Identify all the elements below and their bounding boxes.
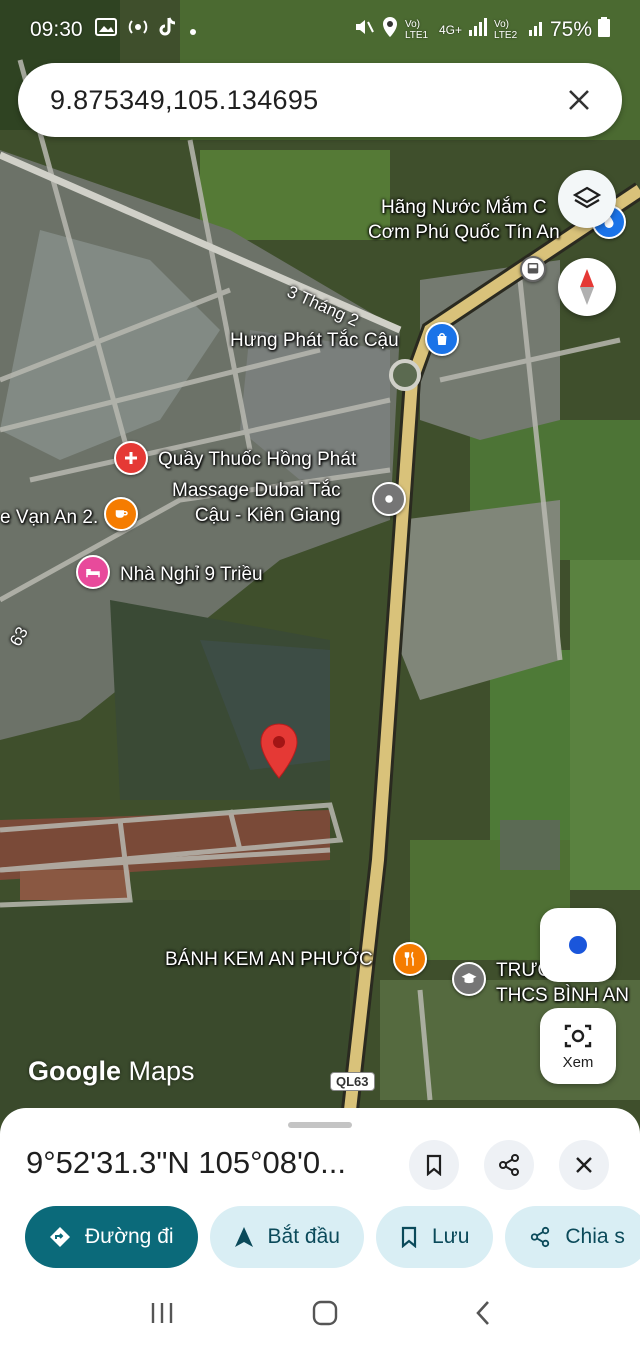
poi-label-massage[interactable]: Massage Dubai Tắc Cậu - Kiên Giang (172, 478, 341, 528)
tiktok-icon (159, 17, 177, 43)
close-icon (576, 1157, 592, 1173)
share-label: Chia s (565, 1225, 625, 1248)
place-icon[interactable] (372, 482, 406, 516)
pharmacy-icon[interactable] (114, 441, 148, 475)
signal-icon (468, 18, 488, 42)
cafe-icon[interactable] (104, 497, 138, 531)
poi-label-nha-nghi[interactable]: Nhà Nghỉ 9 Triều (120, 563, 263, 587)
poi-label-nuoc-mam[interactable]: Hãng Nước Mắm C Cơm Phú Quốc Tín An (368, 195, 560, 245)
bookmark-icon (401, 1226, 417, 1248)
layers-icon (572, 186, 602, 209)
gallery-icon (94, 17, 117, 43)
lens-icon (564, 1024, 592, 1047)
share-chip[interactable]: Chia s (505, 1206, 640, 1268)
battery-percent: 75% (549, 18, 592, 41)
save-label: Lưu (431, 1225, 470, 1248)
poi-label-hung-phat[interactable]: Hưng Phát Tắc Cậu (230, 329, 399, 353)
poi-label-van-an[interactable]: e Vạn An 2. (0, 506, 98, 530)
route-shield: QL63 (330, 1072, 375, 1091)
poi-label-banh-kem[interactable]: BÁNH KEM AN PHƯỚC (165, 948, 373, 972)
lens-button[interactable]: Xem (540, 1008, 616, 1084)
back-icon[interactable] (475, 1300, 491, 1331)
directions-chip[interactable]: Đường đi (25, 1206, 198, 1268)
close-sheet-button[interactable] (559, 1140, 609, 1190)
dot-icon (189, 18, 197, 42)
mute-icon (353, 16, 375, 44)
lens-label: Xem (562, 1053, 594, 1071)
layers-button[interactable] (558, 170, 616, 228)
home-icon[interactable] (312, 1300, 338, 1331)
sim1-label: Vo) LTE1 (404, 19, 429, 41)
poi-label-quay-thuoc[interactable]: Quầy Thuốc Hồng Phát (158, 448, 356, 472)
bed-icon[interactable] (76, 555, 110, 589)
restaurant-icon[interactable] (393, 942, 427, 976)
signal2-icon (528, 18, 544, 42)
start-label: Bắt đầu (267, 1225, 340, 1248)
save-chip[interactable]: Lưu (375, 1206, 494, 1268)
cast-icon (127, 17, 149, 43)
google-maps-logo: Google Maps (28, 1056, 195, 1087)
share-icon-button[interactable] (484, 1140, 534, 1190)
shopping-bag-icon[interactable] (425, 322, 459, 356)
system-nav-bar (0, 1280, 640, 1351)
recents-icon[interactable] (149, 1301, 175, 1330)
location-icon (381, 16, 399, 44)
coordinates-title: 9°52'31.3"N 105°08'0... (26, 1145, 346, 1180)
google-logo-text: Google (28, 1056, 121, 1086)
compass-button[interactable] (558, 258, 616, 316)
network-type: 4G+ (438, 23, 462, 37)
start-chip[interactable]: Bắt đầu (209, 1206, 364, 1268)
navigation-icon (234, 1227, 253, 1247)
school-icon[interactable] (452, 962, 486, 996)
bus-stop-icon[interactable] (520, 256, 546, 282)
share-icon (499, 1154, 519, 1176)
map-view[interactable]: 3 Tháng 2 63 QL63 Hãng Nước Mắm C Cơm Ph… (0, 0, 640, 1160)
sim2-label: Vo) LTE2 (493, 19, 518, 41)
save-icon-button[interactable] (409, 1140, 459, 1190)
my-location-button[interactable] (540, 908, 616, 982)
action-chips: Đường đi Bắt đầu Lưu Chia s (25, 1206, 640, 1268)
maps-logo-text: Maps (128, 1056, 195, 1086)
dropped-pin-icon[interactable] (258, 722, 300, 780)
bookmark-icon (426, 1154, 442, 1176)
compass-icon (580, 269, 594, 305)
share-icon (531, 1226, 550, 1248)
directions-icon (50, 1227, 70, 1247)
search-bar[interactable]: 9.875349,105.134695 (18, 63, 622, 137)
status-time: 09:30 (30, 18, 83, 41)
sheet-drag-handle[interactable] (288, 1122, 352, 1128)
my-location-icon (569, 936, 587, 954)
close-icon[interactable] (562, 83, 596, 117)
place-sheet[interactable]: 9°52'31.3"N 105°08'0... Đường đi Bắt đầu (0, 1108, 640, 1351)
directions-label: Đường đi (85, 1225, 174, 1248)
search-query[interactable]: 9.875349,105.134695 (50, 85, 318, 116)
battery-icon (598, 17, 610, 43)
status-bar: 09:30 Vo) LTE1 4G+ Vo) LTE2 75% (0, 0, 640, 60)
